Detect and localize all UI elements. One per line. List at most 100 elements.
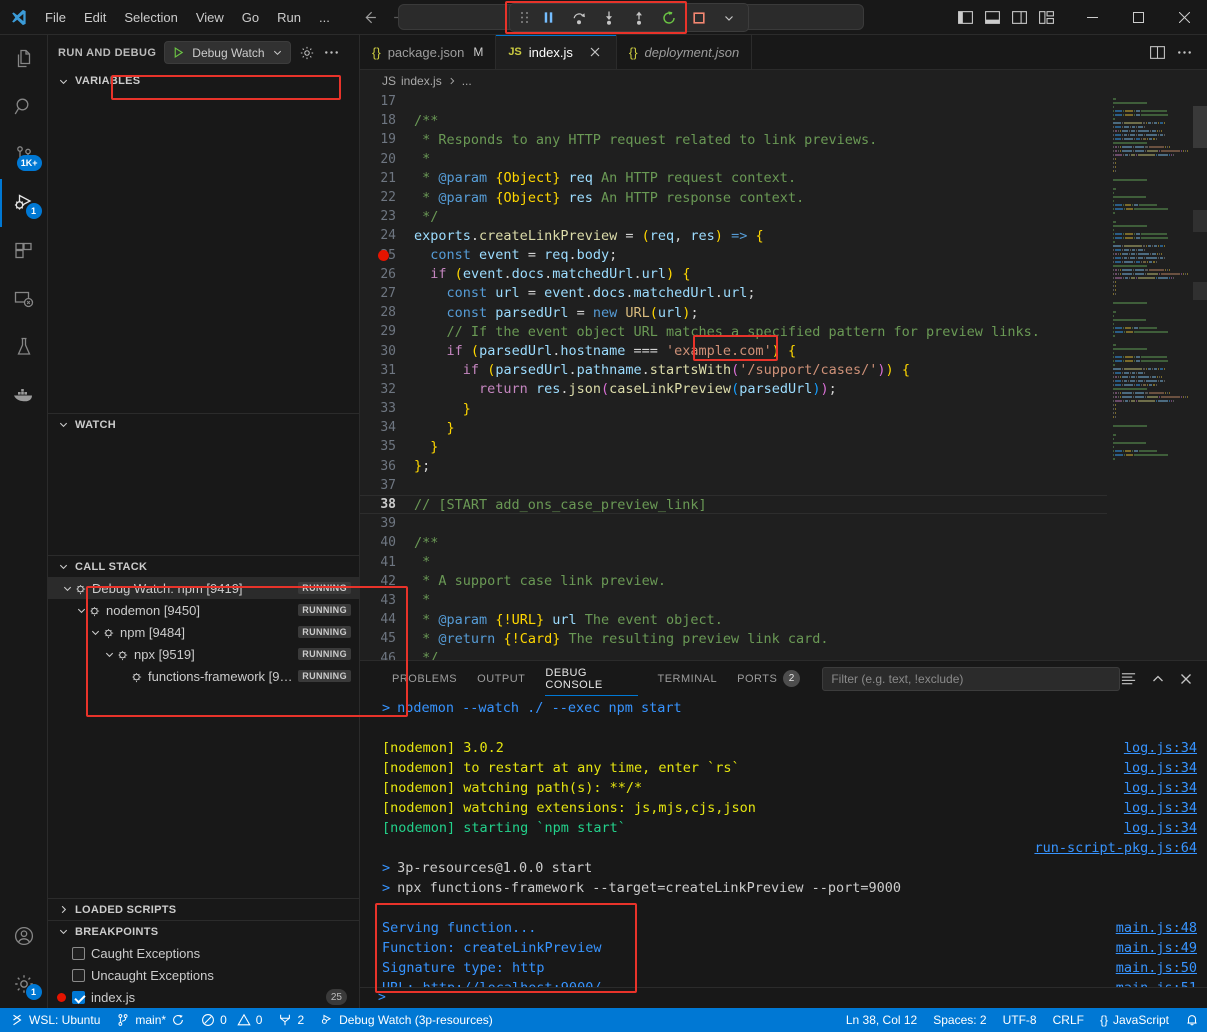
toggle-secondary-sidebar-icon[interactable] [1011,9,1028,26]
console-source-link[interactable]: run-script-pkg.js:64 [1034,840,1197,856]
breakpoint-row-caught-exceptions[interactable]: Caught Exceptions [48,942,359,964]
drag-handle-icon[interactable] [516,10,532,25]
chevron-down-icon[interactable] [272,47,283,58]
line-number[interactable]: 29 [360,324,414,339]
line-number[interactable]: 45 [360,631,414,646]
scrollbar-thumb-secondary[interactable] [1193,210,1207,232]
line-number[interactable]: 21 [360,171,414,186]
line-number[interactable]: 19 [360,132,414,147]
console-source-link[interactable]: log.js:34 [1124,760,1197,776]
accounts-button[interactable] [0,912,48,960]
sidebar-item-testing[interactable] [0,323,48,371]
line-number[interactable]: 30 [360,344,414,359]
pause-button[interactable] [535,6,562,30]
close-button[interactable] [1161,0,1207,35]
more-actions-icon[interactable] [1176,44,1193,61]
code-line[interactable]: 40/** [360,533,1107,552]
line-number[interactable]: 28 [360,305,414,320]
code-line[interactable]: 23 */ [360,207,1107,226]
chevron-down-icon[interactable] [102,649,116,660]
call-stack-row[interactable]: functions-framework [954... RUNNING [48,665,359,687]
line-number[interactable]: 18 [360,113,414,128]
status-cursor-position[interactable]: Ln 38, Col 12 [838,1008,925,1032]
line-number[interactable]: 31 [360,363,414,378]
console-source-link[interactable]: log.js:34 [1124,740,1197,756]
code-line[interactable]: 24exports.createLinkPreview = (req, res)… [360,226,1107,245]
sidebar-item-run-and-debug[interactable]: 1 [0,179,48,227]
line-number[interactable]: 44 [360,612,414,627]
line-number[interactable]: 46 [360,651,414,660]
step-into-button[interactable] [595,6,622,30]
maximize-button[interactable] [1115,0,1161,35]
sidebar-more-actions-button[interactable] [323,44,340,61]
pane-header-loaded-scripts[interactable]: LOADED SCRIPTS [48,898,359,920]
debug-settings-button[interactable] [299,45,315,61]
stop-button[interactable] [685,6,712,30]
close-icon[interactable] [586,43,604,61]
code-line[interactable]: 33 } [360,399,1107,418]
line-number[interactable]: 33 [360,401,414,416]
call-stack-row[interactable]: npm [9484] RUNNING [48,621,359,643]
pane-header-variables[interactable]: VARIABLES [48,70,359,92]
scrollbar-thumb[interactable] [1193,106,1207,148]
sidebar-item-remote-explorer[interactable] [0,275,48,323]
sidebar-item-docker[interactable] [0,371,48,419]
step-over-button[interactable] [565,6,592,30]
status-language-mode[interactable]: {} JavaScript [1092,1008,1177,1032]
arrow-left-icon[interactable] [361,9,378,26]
split-editor-icon[interactable] [1149,44,1166,61]
customize-layout-icon[interactable] [1038,9,1055,26]
sync-icon[interactable] [171,1013,185,1027]
launch-configuration-selector[interactable]: Debug Watch [164,41,290,64]
chevron-up-icon[interactable] [1151,672,1165,686]
line-number[interactable]: 42 [360,574,414,589]
code-line[interactable]: 34 } [360,418,1107,437]
breakpoint-row-index-js[interactable]: index.js 25 [48,986,359,1008]
code-line[interactable]: 27 const url = event.docs.matchedUrl.url… [360,284,1107,303]
breadcrumb-symbol[interactable]: ... [462,74,472,88]
sidebar-item-explorer[interactable] [0,35,48,83]
menu-run[interactable]: Run [268,6,310,29]
code-line[interactable]: 44 * @param {!URL} url The event object. [360,610,1107,629]
sidebar-item-extensions[interactable] [0,227,48,275]
line-number[interactable]: 22 [360,190,414,205]
step-out-button[interactable] [625,6,652,30]
toggle-primary-sidebar-icon[interactable] [957,9,974,26]
code-line[interactable]: 43 * [360,591,1107,610]
pane-header-watch[interactable]: WATCH [48,413,359,435]
breakpoint-checkbox[interactable] [72,991,85,1004]
chevron-down-icon[interactable] [74,605,88,616]
console-source-link[interactable]: log.js:34 [1124,780,1197,796]
debug-console-input[interactable]: > [360,987,1207,1008]
code-line[interactable]: 18/** [360,111,1107,130]
code-line[interactable]: 29 // If the event object URL matches a … [360,322,1107,341]
tab-package-json[interactable]: {} package.json M [360,35,496,69]
line-number[interactable]: 23 [360,209,414,224]
line-number[interactable]: 17 [360,94,414,109]
status-branch-indicator[interactable]: main* [108,1008,193,1032]
status-encoding[interactable]: UTF-8 [995,1008,1045,1032]
code-line[interactable]: 26 if (event.docs.matchedUrl.url) { [360,265,1107,284]
breadcrumb-file[interactable]: index.js [401,74,442,88]
restart-button[interactable] [655,6,682,30]
status-ports-indicator[interactable]: 2 [270,1008,312,1032]
line-number[interactable]: 35 [360,439,414,454]
console-source-link[interactable]: main.js:48 [1116,920,1197,936]
debug-more-button[interactable] [715,6,742,30]
chevron-down-icon[interactable] [88,627,102,638]
code-line[interactable]: 42 * A support case link preview. [360,572,1107,591]
code-line[interactable]: 21 * @param {Object} req An HTTP request… [360,169,1107,188]
code-line[interactable]: 20 * [360,150,1107,169]
editor-scrollbar[interactable] [1193,92,1207,660]
line-number[interactable]: 37 [360,478,414,493]
debug-toolbar[interactable] [509,3,749,32]
status-eol[interactable]: CRLF [1045,1008,1092,1032]
scrollbar-thumb-tertiary[interactable] [1193,282,1207,300]
code-line[interactable]: 37 [360,476,1107,495]
manage-settings-button[interactable]: 1 [0,960,48,1008]
line-number[interactable]: 38 [360,497,414,512]
call-stack-row[interactable]: Debug Watch: npm [9419] RUNNING [48,577,359,599]
tab-deployment-json[interactable]: {} deployment.json [617,35,752,69]
code-line[interactable]: 38// [START add_ons_case_preview_link] [360,495,1107,514]
code-lines-container[interactable]: 1718/**19 * Responds to any HTTP request… [360,92,1107,660]
